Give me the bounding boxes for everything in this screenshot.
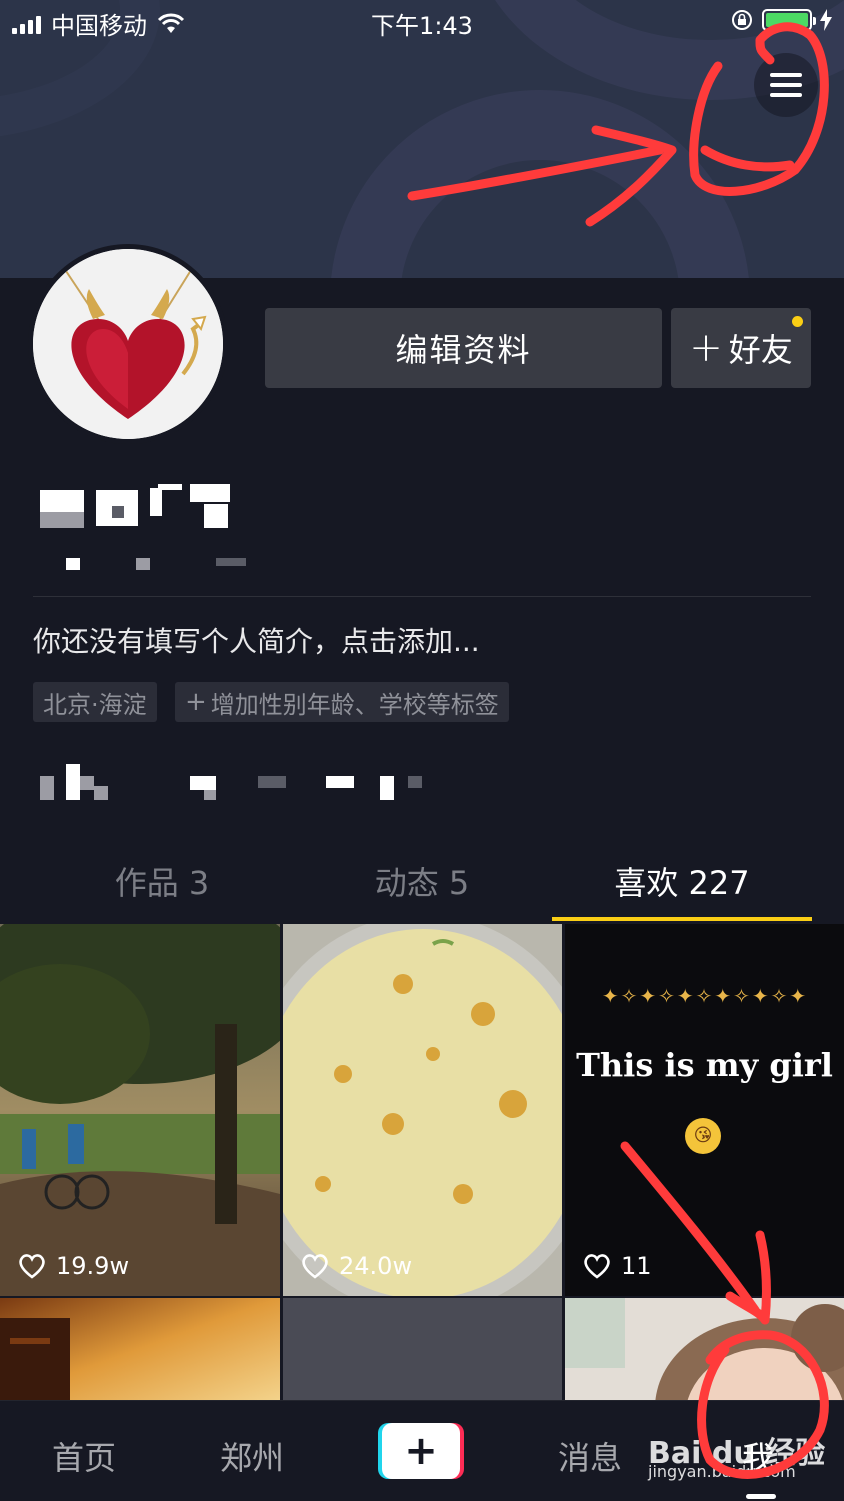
nav-messages[interactable]: 消息 [558, 1433, 622, 1479]
divider [33, 596, 811, 597]
edit-profile-button[interactable]: 编辑资料 [265, 308, 662, 388]
clock: 下午1:43 [371, 12, 473, 40]
rotation-lock-icon [732, 10, 752, 30]
heart-pendant-image [33, 249, 223, 439]
sparkles: ✦✧✦✧✦✧✦✧✦✧✦ [601, 984, 809, 1008]
notification-dot [792, 316, 803, 327]
add-tags-button[interactable]: + 增加性别年龄、学校等标签 [175, 682, 509, 722]
plus-icon: + [382, 1423, 460, 1479]
watermark-url: jingyan.baidu.com [648, 1462, 796, 1481]
active-tab-indicator [552, 917, 812, 921]
create-video-button[interactable]: + [378, 1423, 464, 1479]
avatar[interactable] [28, 244, 228, 444]
video-thumbnail[interactable] [565, 1298, 844, 1400]
hamburger-icon [770, 73, 802, 77]
tab-likes[interactable]: 喜欢 227 [552, 858, 812, 904]
home-indicator [746, 1494, 776, 1499]
nav-city[interactable]: 郑州 [220, 1433, 284, 1479]
pancake-image [283, 924, 562, 1296]
status-bar: 中国移动 下午1:43 [0, 0, 844, 44]
add-friend-label: 好友 [728, 331, 793, 369]
bio-text[interactable]: 你还没有填写个人简介，点击添加... [33, 620, 480, 660]
heart-icon [584, 1254, 610, 1279]
add-friend-button[interactable]: + 好友 [671, 308, 811, 388]
video-thumbnail[interactable] [0, 1298, 280, 1400]
video-thumbnail[interactable] [283, 1298, 562, 1400]
sunset-image [0, 1298, 280, 1400]
kiss-emoji-icon: 😘 [685, 1118, 721, 1154]
tab-activity[interactable]: 动态 5 [292, 858, 552, 904]
battery-icon [762, 9, 816, 31]
like-count: 11 [583, 1252, 652, 1280]
video-caption: This is my girl [576, 1046, 833, 1084]
plus-icon: + [185, 687, 207, 717]
menu-button[interactable] [754, 53, 818, 117]
plus-icon: + [689, 325, 723, 371]
heart-icon [19, 1254, 45, 1279]
girl-photo [565, 1298, 844, 1400]
video-thumbnail[interactable]: ✦✧✦✧✦✧✦✧✦✧✦ This is my girl 😘 11 [565, 924, 844, 1296]
landscape-image [0, 924, 280, 1296]
heart-icon [302, 1254, 328, 1279]
tab-works[interactable]: 作品 3 [32, 858, 292, 904]
add-tags-label: 增加性别年龄、学校等标签 [210, 690, 499, 719]
charging-icon [820, 9, 832, 31]
like-count: 24.0w [301, 1252, 412, 1280]
video-thumbnail[interactable]: 24.0w [283, 924, 562, 1296]
nav-home[interactable]: 首页 [52, 1433, 116, 1479]
location-tag[interactable]: 北京·海淀 [33, 682, 157, 722]
video-thumbnail[interactable]: 19.9w [0, 924, 280, 1296]
like-count: 19.9w [18, 1252, 129, 1280]
